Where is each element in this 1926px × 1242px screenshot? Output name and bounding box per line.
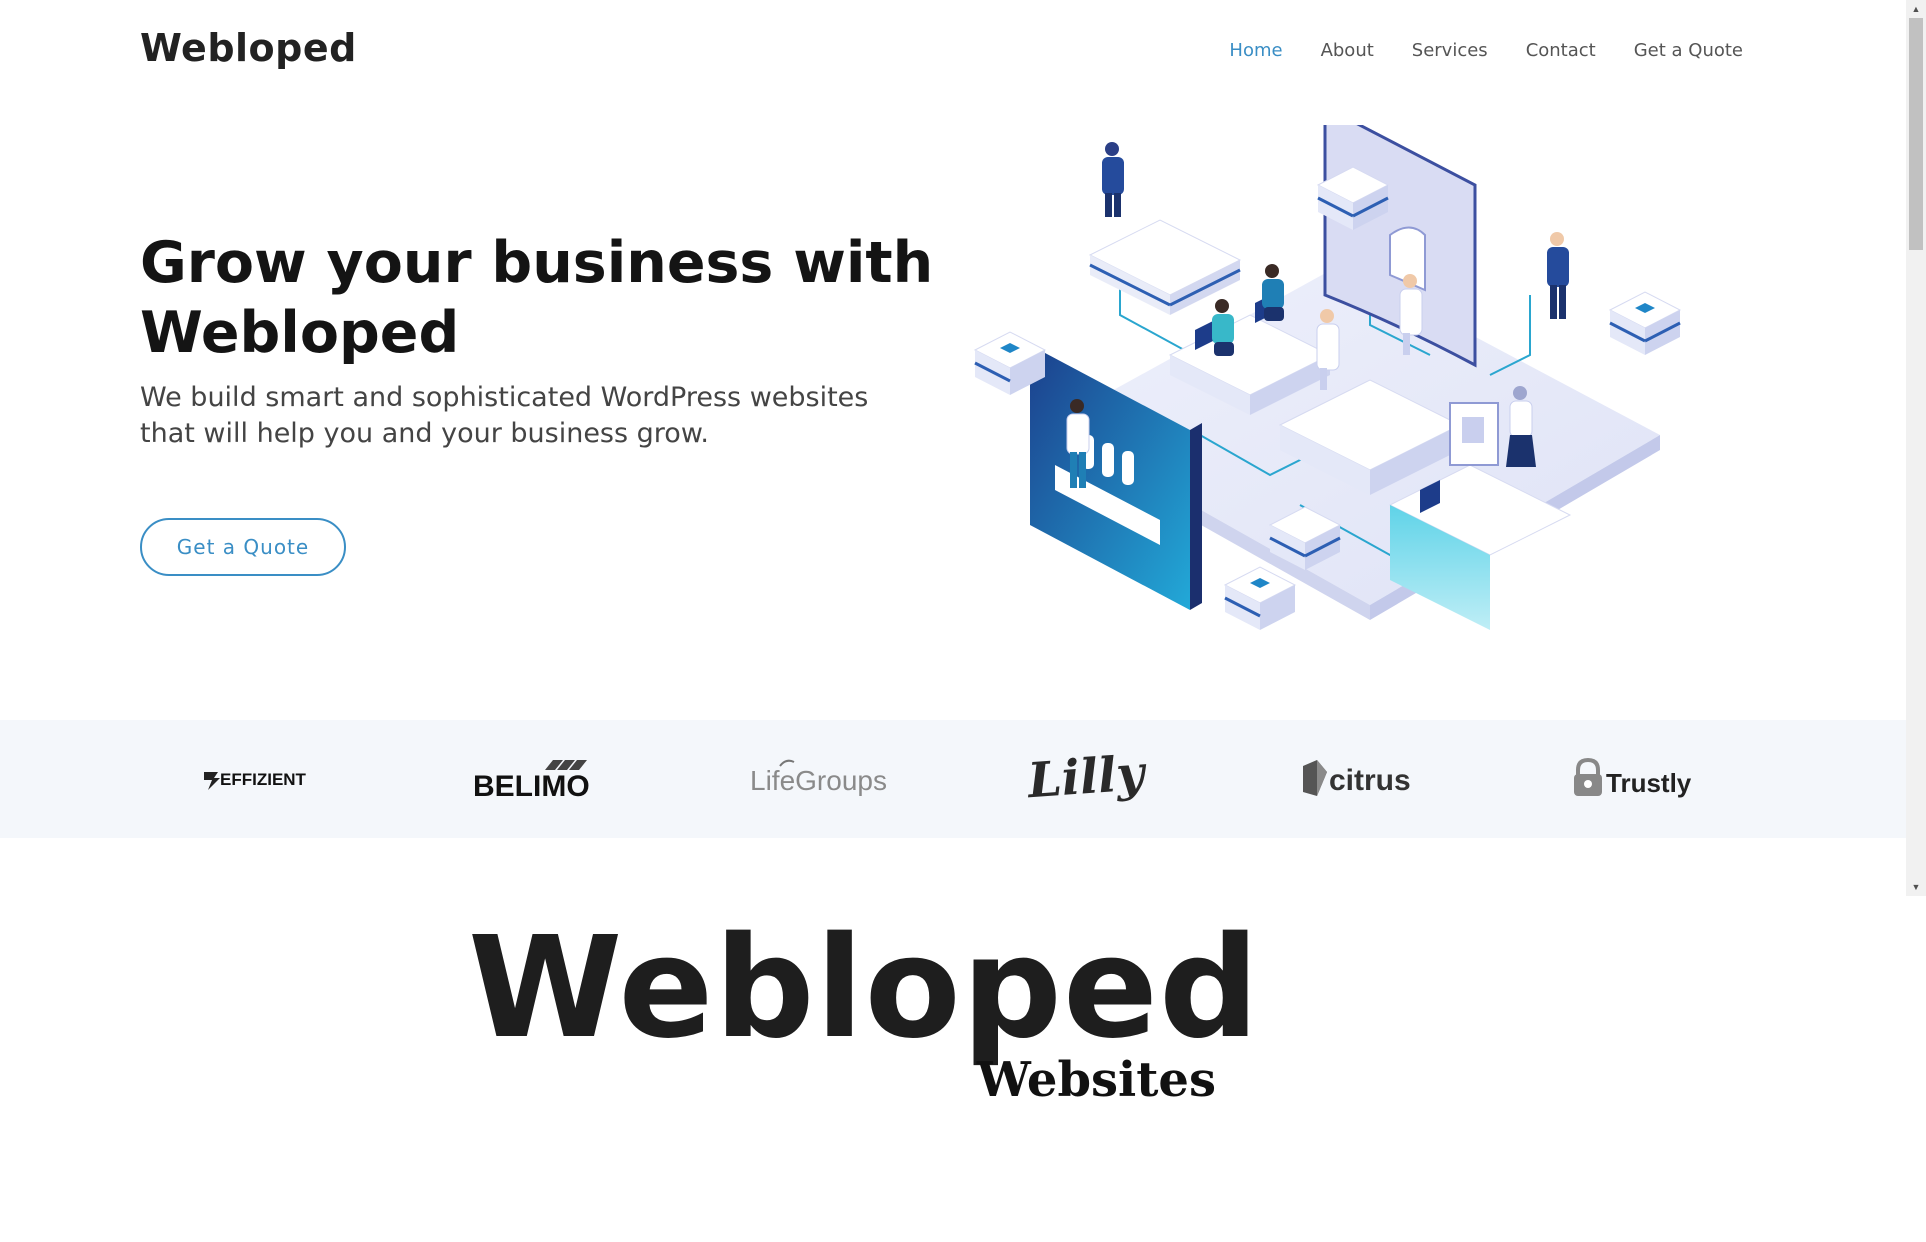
hero-subtitle: We build smart and sophisticated WordPre… [140, 380, 930, 452]
client-logo-belimo: BELIMO [465, 720, 605, 838]
site-logo[interactable]: Webloped [140, 26, 357, 70]
svg-text:Lilly: Lilly [1024, 745, 1149, 809]
belimo-logo: BELIMO [473, 760, 590, 803]
client-logo-citrus: citrus [1295, 720, 1435, 838]
nav-get-a-quote[interactable]: Get a Quote [1634, 40, 1743, 61]
nav-services[interactable]: Services [1412, 40, 1488, 61]
big-logo-subtitle: Websites [976, 1052, 1216, 1108]
lilly-logo: Lilly [1024, 745, 1149, 809]
client-logo-effizient: EFFIZIENT [195, 720, 335, 838]
scrollbar-thumb[interactable] [1909, 18, 1923, 250]
hero-title-line-1: Grow your business with [140, 230, 934, 296]
screenshot-stage: Webloped Home About Services Contact Get… [0, 0, 1926, 1242]
nav-home[interactable]: Home [1229, 40, 1282, 61]
browser-viewport: Webloped Home About Services Contact Get… [0, 0, 1906, 896]
nav-about[interactable]: About [1321, 40, 1374, 61]
client-logo-lifegroups: LifeGroups [742, 720, 892, 838]
svg-text:EFFIZIENT: EFFIZIENT [220, 770, 307, 789]
client-logo-trustly: Trustly [1570, 720, 1720, 838]
webloped-websites-logo: Webloped Websites [468, 904, 1259, 1114]
hero-title-line-2: Webloped [140, 300, 460, 366]
scroll-down-arrow-icon[interactable]: ▼ [1906, 878, 1926, 896]
isometric-office-illustration [973, 125, 1682, 630]
hero-subtitle-line-1: We build smart and sophisticated WordPre… [140, 382, 869, 413]
svg-text:citrus: citrus [1329, 764, 1411, 797]
lifegroups-logo: LifeGroups [750, 759, 887, 796]
client-logo-lilly: Lilly [1020, 720, 1160, 838]
nav-contact[interactable]: Contact [1526, 40, 1596, 61]
svg-text:LifeGroups: LifeGroups [750, 765, 887, 796]
hero-title: Grow your business with Webloped [140, 228, 940, 368]
svg-text:BELIMO: BELIMO [473, 770, 590, 803]
get-a-quote-button[interactable]: Get a Quote [140, 518, 346, 576]
main-navigation: Home About Services Contact Get a Quote [1229, 40, 1743, 61]
svg-text:Trustly: Trustly [1606, 768, 1692, 798]
big-logo-title: Webloped [468, 907, 1261, 1070]
trustly-logo: Trustly [1574, 757, 1692, 798]
client-logos-strip: EFFIZIENT BELIMO LifeGroups Lilly citrus… [0, 720, 1906, 838]
vertical-scrollbar[interactable]: ▲ ▼ [1906, 0, 1926, 896]
scroll-up-arrow-icon[interactable]: ▲ [1906, 0, 1926, 18]
hero-subtitle-line-2: that will help you and your business gro… [140, 418, 710, 449]
citrus-logo: citrus [1303, 760, 1411, 797]
effizient-logo: EFFIZIENT [204, 770, 307, 790]
